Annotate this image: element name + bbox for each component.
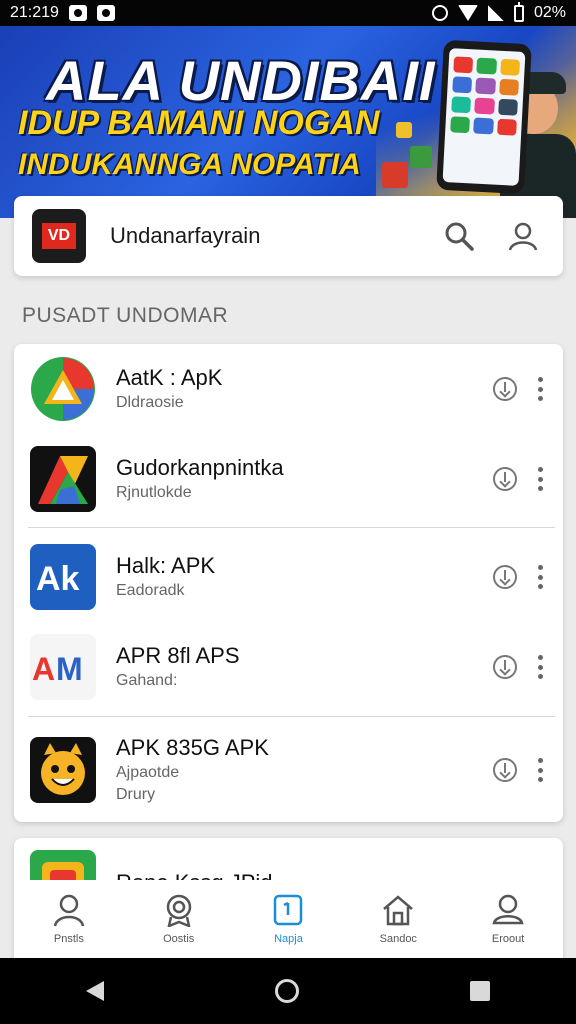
svg-text:M: M bbox=[56, 651, 83, 687]
item-subtitle: Eadoradk bbox=[116, 582, 185, 599]
item-text: APK 835G APK Ajpaotde Drury bbox=[116, 735, 493, 805]
app-title: Undanarfayrain bbox=[110, 223, 261, 248]
app-list: AatK : ApK Dldraosie Gudorkanpnintka Rjn… bbox=[14, 344, 563, 822]
person-icon bbox=[53, 894, 85, 927]
item-subtitle: Gahand: bbox=[116, 672, 178, 689]
nav-item-eroout[interactable]: Eroout bbox=[458, 893, 558, 945]
item-subtitle: Ajpaotde bbox=[116, 764, 180, 781]
item-name: APR 8fl APS bbox=[116, 643, 240, 668]
nav-item-sandoc[interactable]: Sandoc bbox=[348, 893, 448, 945]
app-notification-icon bbox=[96, 5, 115, 21]
search-icon bbox=[445, 222, 474, 251]
profile-icon bbox=[492, 894, 524, 925]
more-vert-icon[interactable] bbox=[537, 655, 543, 679]
coin-icon bbox=[396, 122, 412, 138]
promo-banner[interactable]: ALA UNDIBAII IDUP BAMANI NOGAN INDUKANNG… bbox=[0, 26, 576, 218]
item-name: Halk: APK bbox=[116, 553, 216, 578]
notification-icon bbox=[68, 5, 87, 21]
nav-label: Eroout bbox=[491, 933, 525, 945]
nav-item-pnstls[interactable]: Pnstls bbox=[19, 893, 119, 945]
app-logo-text: VD bbox=[47, 227, 71, 244]
cube-logo-icon bbox=[30, 446, 96, 512]
signal-icon bbox=[487, 5, 504, 21]
list-item[interactable]: Gudorkanpnintka Rjnutlokde bbox=[14, 434, 563, 524]
section-heading: PUSADT UNDOMAR bbox=[22, 304, 229, 327]
battery-level: 02% bbox=[533, 4, 566, 21]
search-button[interactable] bbox=[437, 214, 481, 258]
recents-icon[interactable] bbox=[470, 981, 491, 1001]
status-right: 02% bbox=[431, 1, 566, 22]
badge-icon bbox=[166, 894, 191, 927]
status-left: 21:219 bbox=[10, 4, 115, 22]
phone-illustration bbox=[436, 39, 532, 195]
nav-label: Napja bbox=[274, 933, 303, 945]
back-icon[interactable] bbox=[85, 981, 104, 1001]
battery-icon bbox=[513, 1, 524, 22]
nav-label: Pnstls bbox=[53, 933, 84, 945]
banner-headline: IDUP BAMANI NOGAN bbox=[18, 104, 380, 142]
item-name: AatK : ApK bbox=[116, 365, 223, 390]
bottom-navigation: Pnstls Oostis Napja Sandoc Eroout bbox=[14, 880, 563, 958]
person-icon bbox=[508, 222, 538, 251]
app-header-card: VD Undanarfayrain bbox=[14, 196, 563, 276]
download-icon[interactable] bbox=[493, 758, 517, 782]
item-subtitle: Rjnutlokde bbox=[116, 484, 192, 501]
app-logo[interactable]: VD bbox=[32, 209, 86, 263]
item-text: Gudorkanpnintka Rjnutlokde bbox=[116, 455, 493, 503]
item-subtitle-2: Drury bbox=[116, 786, 156, 803]
emoji-logo-icon bbox=[30, 737, 96, 803]
system-navigation-bar bbox=[0, 958, 576, 1024]
triangle-logo-icon bbox=[30, 356, 96, 422]
gift-icon bbox=[382, 162, 408, 188]
profile-button[interactable] bbox=[501, 214, 545, 258]
gift-icon bbox=[410, 146, 432, 168]
banner-subheadline: INDUKANNGA NOPATIA bbox=[18, 148, 361, 181]
nav-label: Oostis bbox=[163, 933, 195, 945]
item-subtitle: Dldraosie bbox=[116, 394, 184, 411]
more-vert-icon[interactable] bbox=[537, 377, 543, 401]
tablet-icon bbox=[274, 894, 303, 926]
nav-label: Sandoc bbox=[379, 933, 417, 945]
divider bbox=[28, 716, 555, 717]
list-item[interactable]: AatK : ApK Dldraosie bbox=[14, 344, 563, 434]
alarm-icon bbox=[431, 5, 448, 21]
am-logo-icon: A M bbox=[30, 634, 96, 700]
ak-logo-icon: Ak bbox=[30, 544, 96, 610]
download-icon[interactable] bbox=[493, 377, 517, 401]
status-time: 21:219 bbox=[10, 4, 59, 21]
more-vert-icon[interactable] bbox=[537, 467, 543, 491]
list-item[interactable]: APK 835G APK Ajpaotde Drury bbox=[14, 722, 563, 818]
item-text: Halk: APK Eadoradk bbox=[116, 553, 493, 601]
list-item[interactable]: Ak Halk: APK Eadoradk bbox=[14, 532, 563, 622]
more-vert-icon[interactable] bbox=[537, 758, 543, 782]
item-text: AatK : ApK Dldraosie bbox=[116, 365, 493, 413]
nav-item-oostis[interactable]: Oostis bbox=[129, 893, 229, 945]
list-item[interactable]: A M APR 8fl APS Gahand: bbox=[14, 622, 563, 712]
download-icon[interactable] bbox=[493, 467, 517, 491]
wifi-icon bbox=[457, 5, 478, 21]
home-icon bbox=[383, 895, 414, 926]
more-vert-icon[interactable] bbox=[537, 565, 543, 589]
download-icon[interactable] bbox=[493, 565, 517, 589]
status-bar: 21:219 02% bbox=[0, 0, 576, 26]
item-text: APR 8fl APS Gahand: bbox=[116, 643, 493, 691]
divider bbox=[28, 527, 555, 528]
svg-text:A: A bbox=[32, 651, 55, 687]
home-circle-icon[interactable] bbox=[274, 979, 299, 1003]
nav-item-napja[interactable]: Napja bbox=[238, 893, 338, 945]
download-icon[interactable] bbox=[493, 655, 517, 679]
item-name: Gudorkanpnintka bbox=[116, 455, 284, 480]
svg-text:Ak: Ak bbox=[36, 560, 80, 598]
item-name: APK 835G APK bbox=[116, 735, 269, 760]
